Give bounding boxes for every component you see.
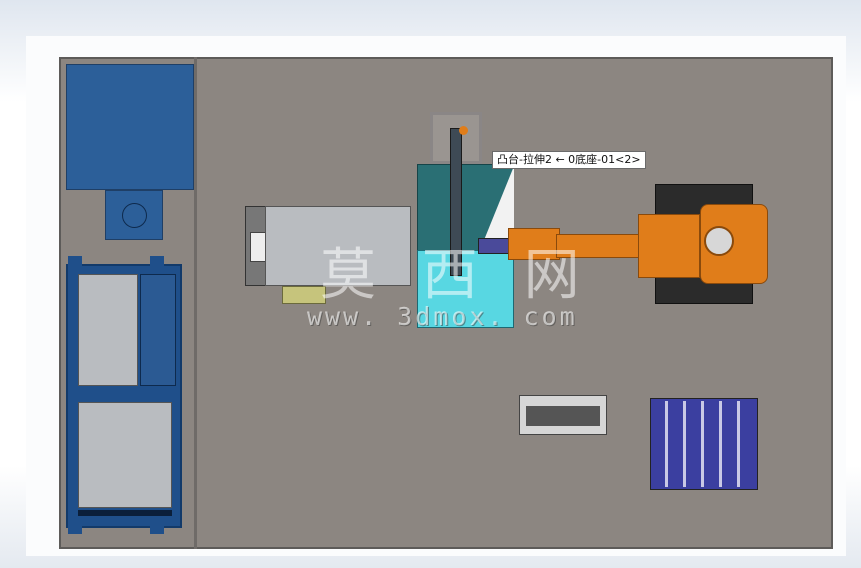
part-pallet[interactable]: [650, 398, 758, 490]
watermark-chinese: 莫 西 网: [320, 243, 594, 308]
pallet-peg: [701, 401, 704, 487]
pallet-peg: [665, 401, 668, 487]
fixture-slot: [526, 406, 600, 426]
component-tooltip: 凸台-拉伸2 ← 0底座-01<2>: [492, 151, 646, 169]
pallet-peg: [737, 401, 740, 487]
control-cabinet-top[interactable]: [66, 64, 194, 190]
cabinet-panel-lower[interactable]: [78, 402, 172, 508]
cabinet-wiring-upper: [140, 274, 176, 386]
sensor-icon: [459, 126, 468, 135]
spindle-chuck: [250, 232, 266, 262]
cabinet-panel-upper[interactable]: [78, 274, 138, 386]
cabinet-foot: [68, 524, 82, 534]
plate-divider: [194, 57, 197, 549]
cabinet-foot: [150, 524, 164, 534]
cabinet-foot: [150, 256, 164, 266]
robot-upper-arm[interactable]: [638, 214, 700, 278]
cabinet-fan-housing[interactable]: [105, 190, 163, 240]
fan-icon: [122, 203, 147, 228]
robot-joint-icon: [704, 226, 734, 256]
pallet-peg: [719, 401, 722, 487]
cabinet-rail: [78, 510, 172, 516]
electrical-cabinet[interactable]: [66, 264, 182, 528]
fixture-tray[interactable]: [519, 395, 607, 435]
cabinet-foot: [68, 256, 82, 266]
pallet-peg: [683, 401, 686, 487]
watermark-url: www. 3dmox. com: [307, 302, 578, 331]
